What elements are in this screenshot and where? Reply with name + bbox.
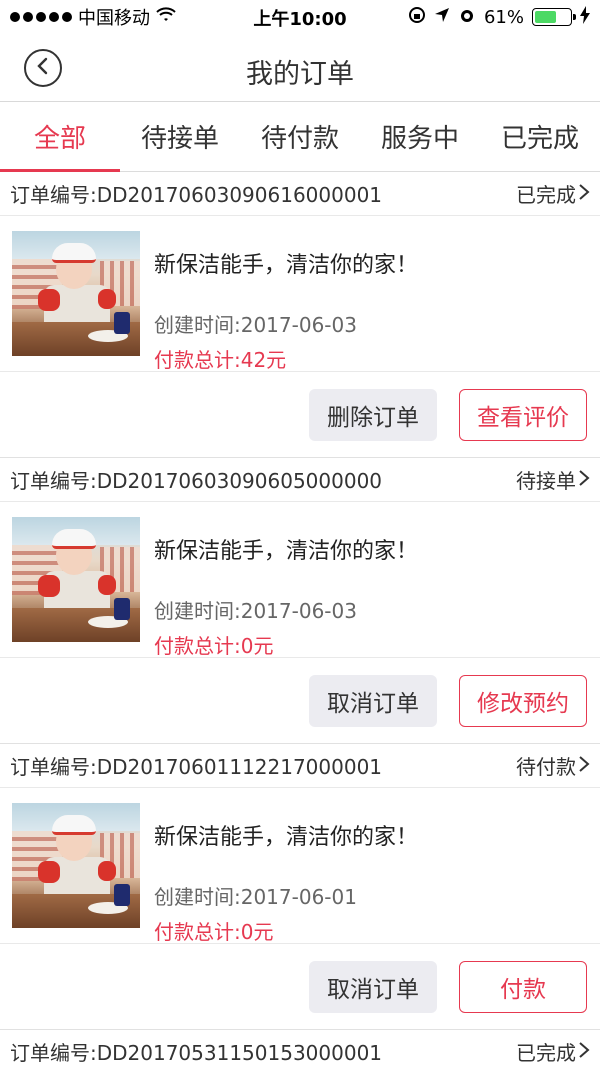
payment-total: 付款总计:0元 [154, 920, 274, 944]
alarm-icon [458, 6, 476, 29]
order-info: 新保洁能手，清洁你的家！ 创建时间:2017-06-03 付款总计:42元 [154, 231, 419, 372]
tab-in-service[interactable]: 服务中 [360, 102, 480, 171]
cancel-order-button[interactable]: 取消订单 [309, 960, 437, 1013]
order-header[interactable]: 订单编号:DD20170531150153000001 已完成 [0, 1030, 600, 1067]
order-status-label: 已完成 [516, 1041, 576, 1065]
service-name: 新保洁能手，清洁你的家！ [154, 253, 419, 278]
tab-pending-payment[interactable]: 待付款 [240, 102, 360, 171]
tab-all[interactable]: 全部 [0, 102, 120, 172]
order-tabs: 全部 待接单 待付款 服务中 已完成 [0, 102, 600, 172]
order-card: 订单编号:DD20170531150153000001 已完成 [0, 1030, 600, 1067]
payment-total: 付款总计:0元 [154, 634, 274, 658]
pay-button[interactable]: 付款 [459, 960, 587, 1013]
chevron-right-icon [578, 182, 590, 206]
battery-percent: 61% [483, 6, 524, 28]
order-status-label: 待付款 [516, 755, 576, 779]
chevron-right-icon [578, 1040, 590, 1064]
order-body[interactable]: 新保洁能手，清洁你的家！ 创建时间:2017-06-03 付款总计:42元 [0, 216, 600, 372]
order-number: 订单编号:DD20170603090616000001 [10, 183, 383, 207]
service-name: 新保洁能手，清洁你的家！ [154, 825, 419, 850]
battery-icon [532, 8, 576, 26]
delete-order-button[interactable]: 删除订单 [309, 388, 437, 441]
service-thumbnail [12, 517, 140, 642]
order-card: 订单编号:DD20170603090616000001 已完成 新保洁能手，清洁… [0, 172, 600, 458]
order-info: 新保洁能手，清洁你的家！ 创建时间:2017-06-03 付款总计:0元 [154, 517, 419, 658]
view-review-button[interactable]: 查看评价 [459, 388, 587, 441]
order-status[interactable]: 待付款 [516, 751, 590, 780]
order-actions: 取消订单 修改预约 [0, 658, 600, 744]
order-number: 订单编号:DD20170601112217000001 [10, 755, 383, 779]
order-header[interactable]: 订单编号:DD20170603090605000000 待接单 [0, 458, 600, 502]
nav-bar: 我的订单 [0, 34, 600, 102]
service-thumbnail [12, 231, 140, 356]
tab-completed[interactable]: 已完成 [480, 102, 600, 171]
created-time: 创建时间:2017-06-03 [154, 313, 357, 337]
service-name: 新保洁能手，清洁你的家！ [154, 539, 419, 564]
order-actions: 取消订单 付款 [0, 944, 600, 1030]
order-actions: 删除订单 查看评价 [0, 372, 600, 458]
order-status[interactable]: 已完成 [516, 1037, 590, 1066]
order-body[interactable]: 新保洁能手，清洁你的家！ 创建时间:2017-06-03 付款总计:0元 [0, 502, 600, 658]
order-status-label: 待接单 [516, 469, 576, 493]
order-number: 订单编号:DD20170531150153000001 [10, 1041, 383, 1065]
tab-pending-accept[interactable]: 待接单 [120, 102, 240, 171]
rotation-lock-icon [408, 6, 426, 29]
cancel-order-button[interactable]: 取消订单 [309, 674, 437, 727]
status-bar: 中国移动 上午10:00 61% [0, 0, 600, 34]
charging-icon [580, 5, 590, 29]
page-title: 我的订单 [246, 59, 354, 90]
order-card: 订单编号:DD20170601112217000001 待付款 新保洁能手，清洁… [0, 744, 600, 1030]
created-time: 创建时间:2017-06-03 [154, 599, 357, 623]
order-body[interactable]: 新保洁能手，清洁你的家！ 创建时间:2017-06-01 付款总计:0元 [0, 788, 600, 944]
service-thumbnail [12, 803, 140, 928]
created-time: 创建时间:2017-06-01 [154, 885, 357, 909]
order-header[interactable]: 订单编号:DD20170601112217000001 待付款 [0, 744, 600, 788]
status-right: 61% [408, 5, 590, 29]
order-status[interactable]: 已完成 [516, 179, 590, 208]
battery-fill [535, 11, 556, 23]
payment-total: 付款总计:42元 [154, 348, 287, 372]
location-icon [434, 7, 450, 28]
order-header[interactable]: 订单编号:DD20170603090616000001 已完成 [0, 172, 600, 216]
order-number: 订单编号:DD20170603090605000000 [10, 469, 383, 493]
order-status[interactable]: 待接单 [516, 465, 590, 494]
chevron-right-icon [578, 468, 590, 492]
chevron-right-icon [578, 754, 590, 778]
order-card: 订单编号:DD20170603090605000000 待接单 新保洁能手，清洁… [0, 458, 600, 744]
order-status-label: 已完成 [516, 183, 576, 207]
modify-booking-button[interactable]: 修改预约 [459, 674, 587, 727]
order-info: 新保洁能手，清洁你的家！ 创建时间:2017-06-01 付款总计:0元 [154, 803, 419, 944]
